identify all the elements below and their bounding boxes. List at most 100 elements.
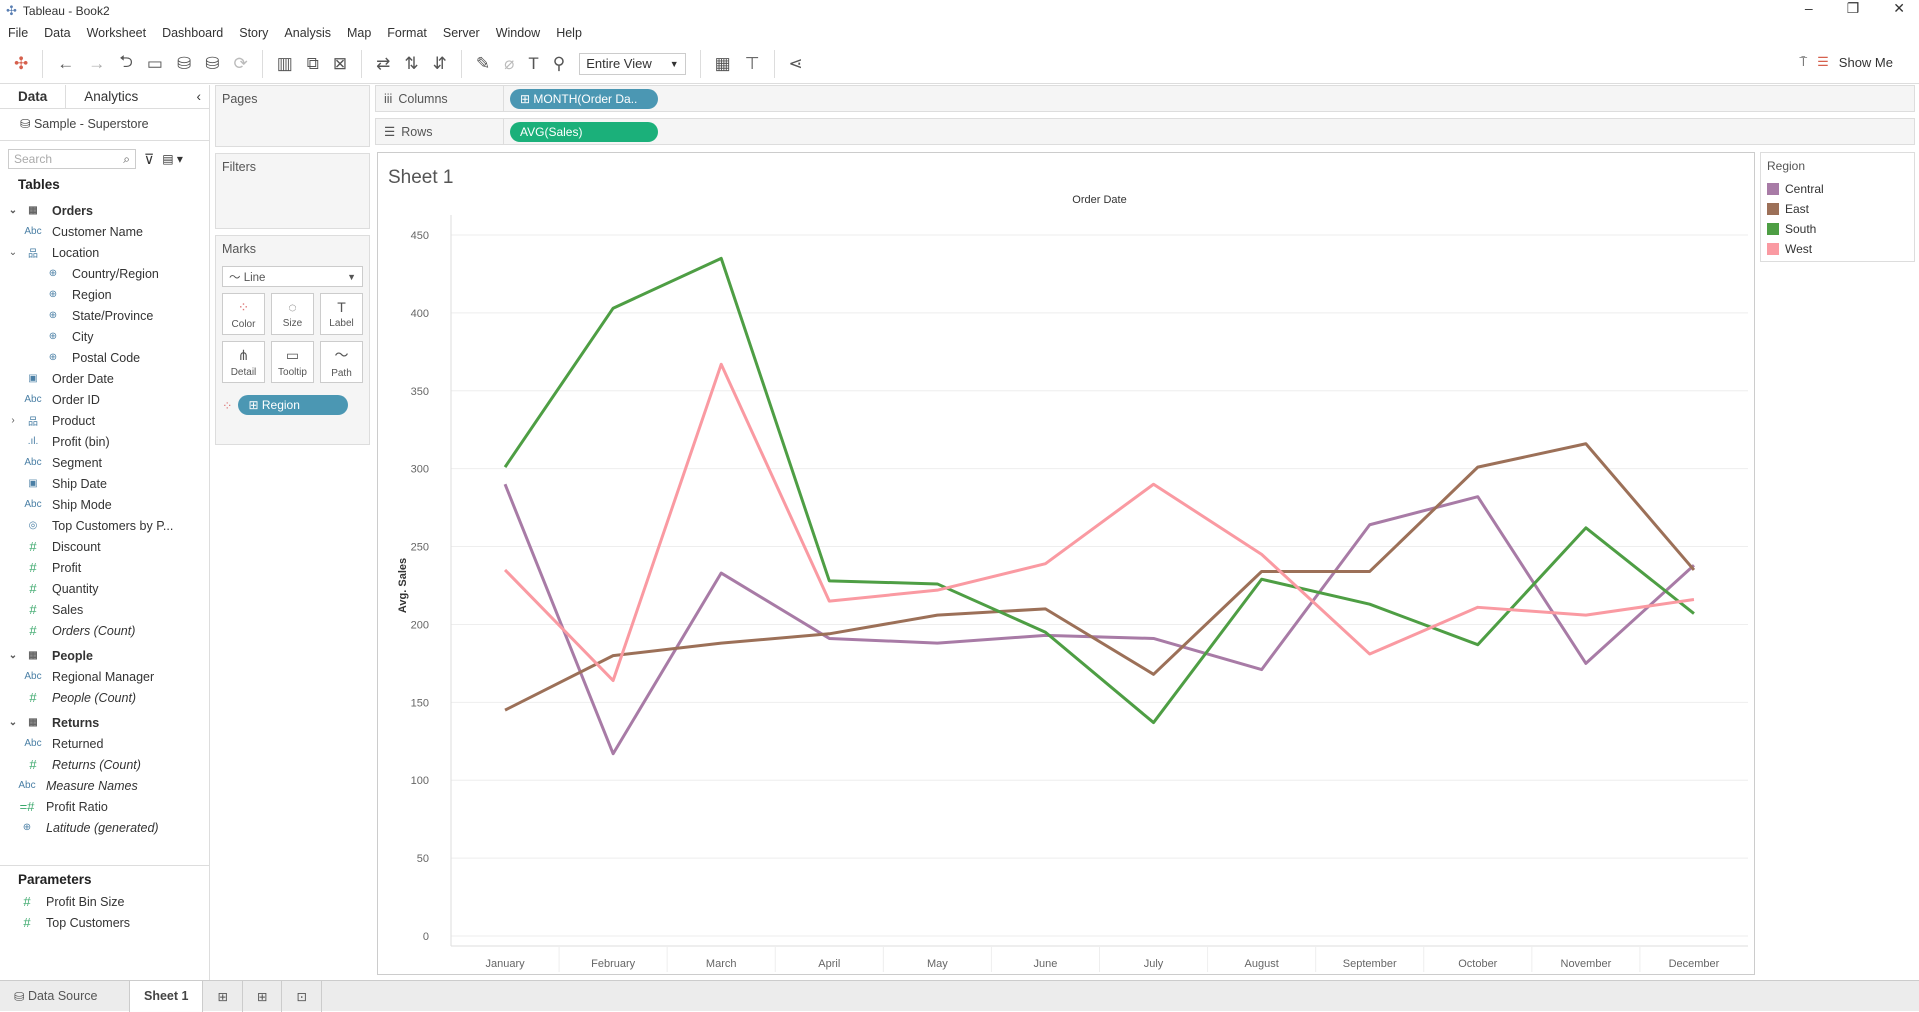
field-item[interactable]: # Orders (Count) — [0, 620, 209, 641]
legend-item[interactable]: Central — [1767, 179, 1908, 199]
presentation-icon[interactable]: ⊤ — [745, 54, 760, 74]
field-item[interactable]: ◎ Top Customers by P... — [0, 515, 209, 536]
chevron-down-icon[interactable]: ⌄ — [6, 717, 20, 728]
legend-item[interactable]: West — [1767, 239, 1908, 259]
menu-worksheet[interactable]: Worksheet — [87, 26, 147, 40]
pause-updates-icon[interactable]: ⛁ — [205, 54, 219, 74]
rows-pill[interactable]: AVG(Sales) — [510, 121, 658, 142]
field-item[interactable]: ⊕ Postal Code — [0, 347, 209, 368]
close-icon[interactable]: ✕ — [1893, 0, 1905, 17]
detail-mark-button[interactable]: ⋔ Detail — [222, 341, 265, 383]
restore-icon[interactable]: ❐ — [1847, 0, 1860, 17]
filter-icon[interactable]: ⊽ — [144, 151, 154, 168]
chevron-down-icon[interactable]: ⌄ — [6, 247, 20, 258]
menu-story[interactable]: Story — [239, 26, 268, 40]
tooltip-icon[interactable]: ⍑ — [1799, 54, 1807, 70]
redo-icon[interactable]: → — [88, 54, 105, 74]
columns-pill[interactable]: ⊞ MONTH(Order Da.. — [510, 88, 658, 109]
field-item[interactable]: ⊕ Latitude (generated) — [0, 817, 209, 838]
field-item[interactable]: › 品 Product — [0, 410, 209, 431]
series-line-south[interactable] — [503, 256, 1695, 725]
share-icon[interactable]: ⋖ — [789, 54, 803, 74]
table-returns[interactable]: ⌄ ▦ Returns — [0, 712, 209, 733]
undo-icon[interactable]: ← — [57, 54, 74, 74]
clear-sheet-icon[interactable]: ⊠ — [333, 54, 347, 74]
menu-map[interactable]: Map — [347, 26, 371, 40]
menu-dashboard[interactable]: Dashboard — [162, 26, 223, 40]
show-cards-icon[interactable]: ▦ — [715, 54, 731, 74]
field-item[interactable]: # Sales — [0, 599, 209, 620]
tab-data[interactable]: Data — [0, 85, 67, 108]
chevron-down-icon[interactable]: ⌄ — [6, 650, 20, 661]
save-icon[interactable]: ▭ — [147, 54, 163, 74]
labels-icon[interactable]: T — [528, 54, 538, 74]
data-source-tab[interactable]: ⛁ Data Source — [0, 980, 130, 1012]
sheet-tab[interactable]: Sheet 1 — [130, 980, 204, 1012]
field-item[interactable]: # Quantity — [0, 578, 209, 599]
field-item[interactable]: # Profit — [0, 557, 209, 578]
pages-card[interactable]: Pages — [215, 85, 370, 147]
view-options-icon[interactable]: ▤ ▾ — [162, 152, 183, 166]
menu-analysis[interactable]: Analysis — [284, 26, 331, 40]
field-item[interactable]: Abc Order ID — [0, 389, 209, 410]
tableau-home-icon[interactable]: ✣ — [14, 54, 28, 74]
menu-format[interactable]: Format — [387, 26, 427, 40]
field-item[interactable]: ⊕ Region — [0, 284, 209, 305]
replay-icon[interactable]: ⮌ — [119, 49, 133, 78]
new-story-icon[interactable]: ⊡ — [282, 980, 322, 1012]
field-item[interactable]: .ıl. Profit (bin) — [0, 431, 209, 452]
field-item[interactable]: ⊕ Country/Region — [0, 263, 209, 284]
menu-server[interactable]: Server — [443, 26, 480, 40]
columns-shelf[interactable]: iii Columns ⊞ MONTH(Order Da.. — [375, 85, 1915, 112]
field-item[interactable]: Abc Measure Names — [0, 775, 209, 796]
field-item[interactable]: # Returns (Count) — [0, 754, 209, 775]
series-line-east[interactable] — [504, 442, 1696, 712]
duplicate-sheet-icon[interactable]: ⧉ — [307, 54, 319, 74]
refresh-icon[interactable]: ⟳ — [233, 54, 247, 74]
series-line-west[interactable] — [503, 362, 1695, 683]
field-item[interactable]: Abc Ship Mode — [0, 494, 209, 515]
group-icon[interactable]: ⌀ — [504, 54, 514, 74]
field-item[interactable]: =# Profit Ratio — [0, 796, 209, 817]
sort-descending-icon[interactable]: ⇵ — [433, 54, 447, 74]
pin-icon[interactable]: ⚲ — [553, 54, 565, 74]
field-item[interactable]: ▣ Ship Date — [0, 473, 209, 494]
field-item[interactable]: Abc Customer Name — [0, 221, 209, 242]
menu-help[interactable]: Help — [556, 26, 582, 40]
rows-shelf[interactable]: ☰ Rows AVG(Sales) — [375, 118, 1915, 145]
legend-item[interactable]: East — [1767, 199, 1908, 219]
chevron-right-icon[interactable]: › — [6, 415, 20, 426]
size-mark-button[interactable]: ◌ Size — [271, 293, 314, 335]
label-mark-button[interactable]: T Label — [320, 293, 363, 335]
field-item[interactable]: # People (Count) — [0, 687, 209, 708]
legend-item[interactable]: South — [1767, 219, 1908, 239]
field-item[interactable]: # Discount — [0, 536, 209, 557]
tab-analytics[interactable]: Analytics — [66, 85, 156, 108]
field-item[interactable]: ⊕ State/Province — [0, 305, 209, 326]
field-item[interactable]: Abc Regional Manager — [0, 666, 209, 687]
datasource-item[interactable]: ⛁ Sample - Superstore — [0, 109, 209, 141]
field-item[interactable]: Abc Segment — [0, 452, 209, 473]
line-chart[interactable]: Order Date 0 50 100 150 200 250 300 350 400 450 Avg… — [378, 153, 1754, 974]
collapse-icon[interactable]: ‹ — [189, 85, 210, 108]
region-color-pill[interactable]: ⊞ Region — [238, 395, 349, 415]
field-item[interactable]: Abc Returned — [0, 733, 209, 754]
swap-icon[interactable]: ⇄ — [376, 54, 390, 74]
fit-dropdown[interactable]: Entire View ▼ — [579, 52, 686, 75]
parameter-item[interactable]: # Top Customers — [0, 912, 209, 933]
menu-window[interactable]: Window — [496, 26, 540, 40]
search-input[interactable]: Search ⌕ — [8, 149, 136, 169]
show-me-button[interactable]: ⍑ ☰ Show Me — [1799, 54, 1893, 70]
new-datasource-icon[interactable]: ⛁ — [177, 54, 191, 74]
new-dashboard-icon[interactable]: ⊞ — [243, 980, 283, 1012]
parameter-item[interactable]: # Profit Bin Size — [0, 891, 209, 912]
field-item[interactable]: ⌄ 品 Location — [0, 242, 209, 263]
field-item[interactable]: ⊕ City — [0, 326, 209, 347]
color-mark-button[interactable]: ⁘ Color — [222, 293, 265, 335]
menu-data[interactable]: Data — [44, 26, 70, 40]
filters-card[interactable]: Filters — [215, 153, 370, 229]
table-people[interactable]: ⌄ ▦ People — [0, 645, 209, 666]
field-item[interactable]: ▣ Order Date — [0, 368, 209, 389]
mark-type-dropdown[interactable]: 〜 Line ▼ — [222, 266, 363, 287]
highlight-icon[interactable]: ✎ — [476, 54, 490, 74]
